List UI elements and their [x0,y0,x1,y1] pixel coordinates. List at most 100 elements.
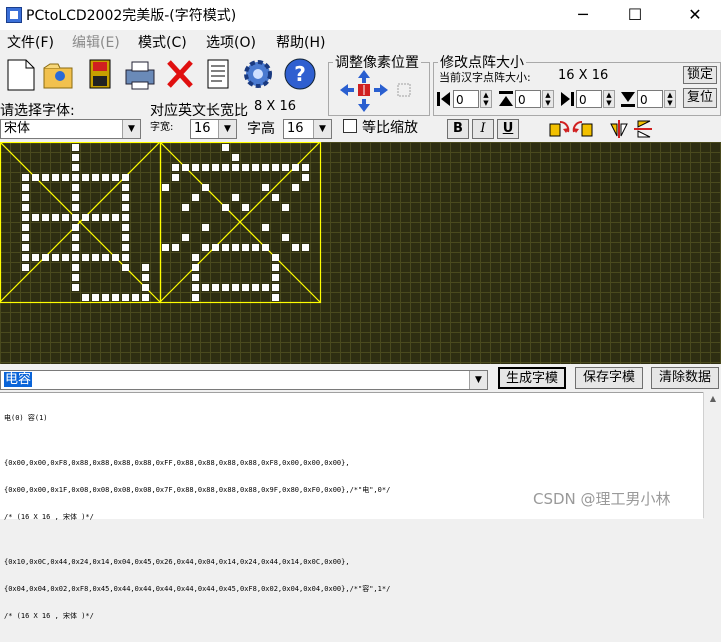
pixel-on [122,294,129,301]
save-disk-icon[interactable] [82,56,118,92]
delete-x-icon[interactable] [162,56,198,92]
right-size-spin-arrows[interactable]: ▲ ▼ [603,90,615,108]
pixel-on [122,224,129,231]
menu-edit[interactable]: 编辑(E) [72,32,120,52]
pixel-on [272,284,279,291]
font-combo-value: 宋体 [4,121,31,136]
pixel-on [72,254,79,261]
pixel-on [22,234,29,241]
char-width-value: 16 [194,121,211,136]
pixel-on [302,164,309,171]
chevron-down-icon[interactable]: ▼ [469,371,487,389]
frame-icon[interactable] [397,83,411,97]
italic-button[interactable]: I [472,119,494,139]
chevron-down-icon[interactable]: ▼ [122,120,140,138]
pixel-on [32,214,39,221]
pixel-on [122,194,129,201]
bottom-size-spin[interactable]: 0 [637,90,663,108]
maximize-button[interactable]: ☐ [612,0,658,30]
menu-options[interactable]: 选项(O) [206,32,256,52]
center-icon[interactable] [358,84,370,96]
font-combo[interactable]: 宋体 ▼ [0,119,141,139]
top-size-spin-arrows[interactable]: ▲ ▼ [542,90,554,108]
pixel-on [232,194,239,201]
shift-up-arrow-icon[interactable] [358,70,370,83]
pixel-on [162,244,169,251]
reset-button[interactable]: 复位 [683,88,717,108]
pixel-on [172,244,179,251]
pixel-on [262,244,269,251]
char-height-combo[interactable]: 16 ▼ [283,119,332,139]
pixel-on [162,184,169,191]
pixel-on [282,234,289,241]
char-height-value: 16 [287,121,304,136]
chevron-down-icon[interactable]: ▼ [218,120,236,138]
vertical-scrollbar[interactable]: ▲ [703,392,721,518]
pixel-on [82,174,89,181]
pixel-on [102,214,109,221]
pixel-on [22,204,29,211]
shift-right-arrow-icon[interactable] [374,84,388,96]
minimize-button[interactable]: ─ [560,0,606,30]
clear-data-button[interactable]: 清除数据 [651,367,719,389]
bottom-size-spin-arrows[interactable]: ▲ ▼ [664,90,676,108]
top-size-spin[interactable]: 0 [515,90,541,108]
proportional-scale-checkbox[interactable] [343,119,357,133]
app-icon [6,7,22,23]
pixel-on [142,274,149,281]
close-button[interactable]: ✕ [672,0,718,30]
help-icon[interactable]: ? [282,56,318,92]
output-line: 电(0) 容(1) [4,414,48,422]
underline-button[interactable]: U [497,119,519,139]
pixel-on [272,194,279,201]
pixel-on [272,274,279,281]
dot-matrix-grid[interactable] [0,142,721,364]
save-font-button[interactable]: 保存字模 [575,367,643,389]
text-input-combo[interactable]: 电容 ▼ [0,370,488,390]
pixel-on [22,244,29,251]
right-size-spin[interactable]: 0 [576,90,602,108]
pixel-on [32,174,39,181]
open-folder-icon[interactable] [40,56,76,92]
pixel-on [262,224,269,231]
pixel-on [122,174,129,181]
pixel-on [52,214,59,221]
pixel-on [232,244,239,251]
text-input-value[interactable]: 电容 [4,372,33,387]
pixel-on [82,214,89,221]
pixel-on [182,204,189,211]
flip-horizontal-icon[interactable] [632,118,654,144]
pixel-on [262,164,269,171]
pixel-on [232,154,239,161]
chevron-down-icon[interactable]: ▼ [313,120,331,138]
char-width-combo[interactable]: 16 ▼ [190,119,237,139]
menu-file[interactable]: 文件(F) [7,32,54,52]
lock-button[interactable]: 锁定 [683,66,717,84]
new-file-icon[interactable] [2,56,38,92]
pixel-on [22,254,29,261]
left-size-spin[interactable]: 0 [453,90,479,108]
menu-help[interactable]: 帮助(H) [276,32,325,52]
bold-button[interactable]: B [447,119,469,139]
pixel-on [232,284,239,291]
pixel-on [122,234,129,241]
pixel-on [92,174,99,181]
flip-vertical-icon[interactable] [608,118,630,144]
pixel-on [102,174,109,181]
rotate-right-icon[interactable] [572,118,594,144]
menu-mode[interactable]: 模式(C) [138,32,187,52]
left-size-spin-arrows[interactable]: ▲ ▼ [480,90,492,108]
pixel-on [72,264,79,271]
pixel-on [42,214,49,221]
shift-left-arrow-icon[interactable] [340,84,354,96]
printer-icon[interactable] [122,56,158,92]
pixel-on [282,204,289,211]
document-icon[interactable] [200,56,236,92]
rotate-left-icon[interactable] [548,118,570,144]
gear-icon[interactable] [240,56,276,92]
shift-down-arrow-icon[interactable] [358,99,370,112]
scroll-up-icon[interactable]: ▲ [704,392,721,406]
generate-font-button[interactable]: 生成字模 [498,367,566,389]
pixel-on [192,274,199,281]
right-edge-icon [559,90,575,112]
